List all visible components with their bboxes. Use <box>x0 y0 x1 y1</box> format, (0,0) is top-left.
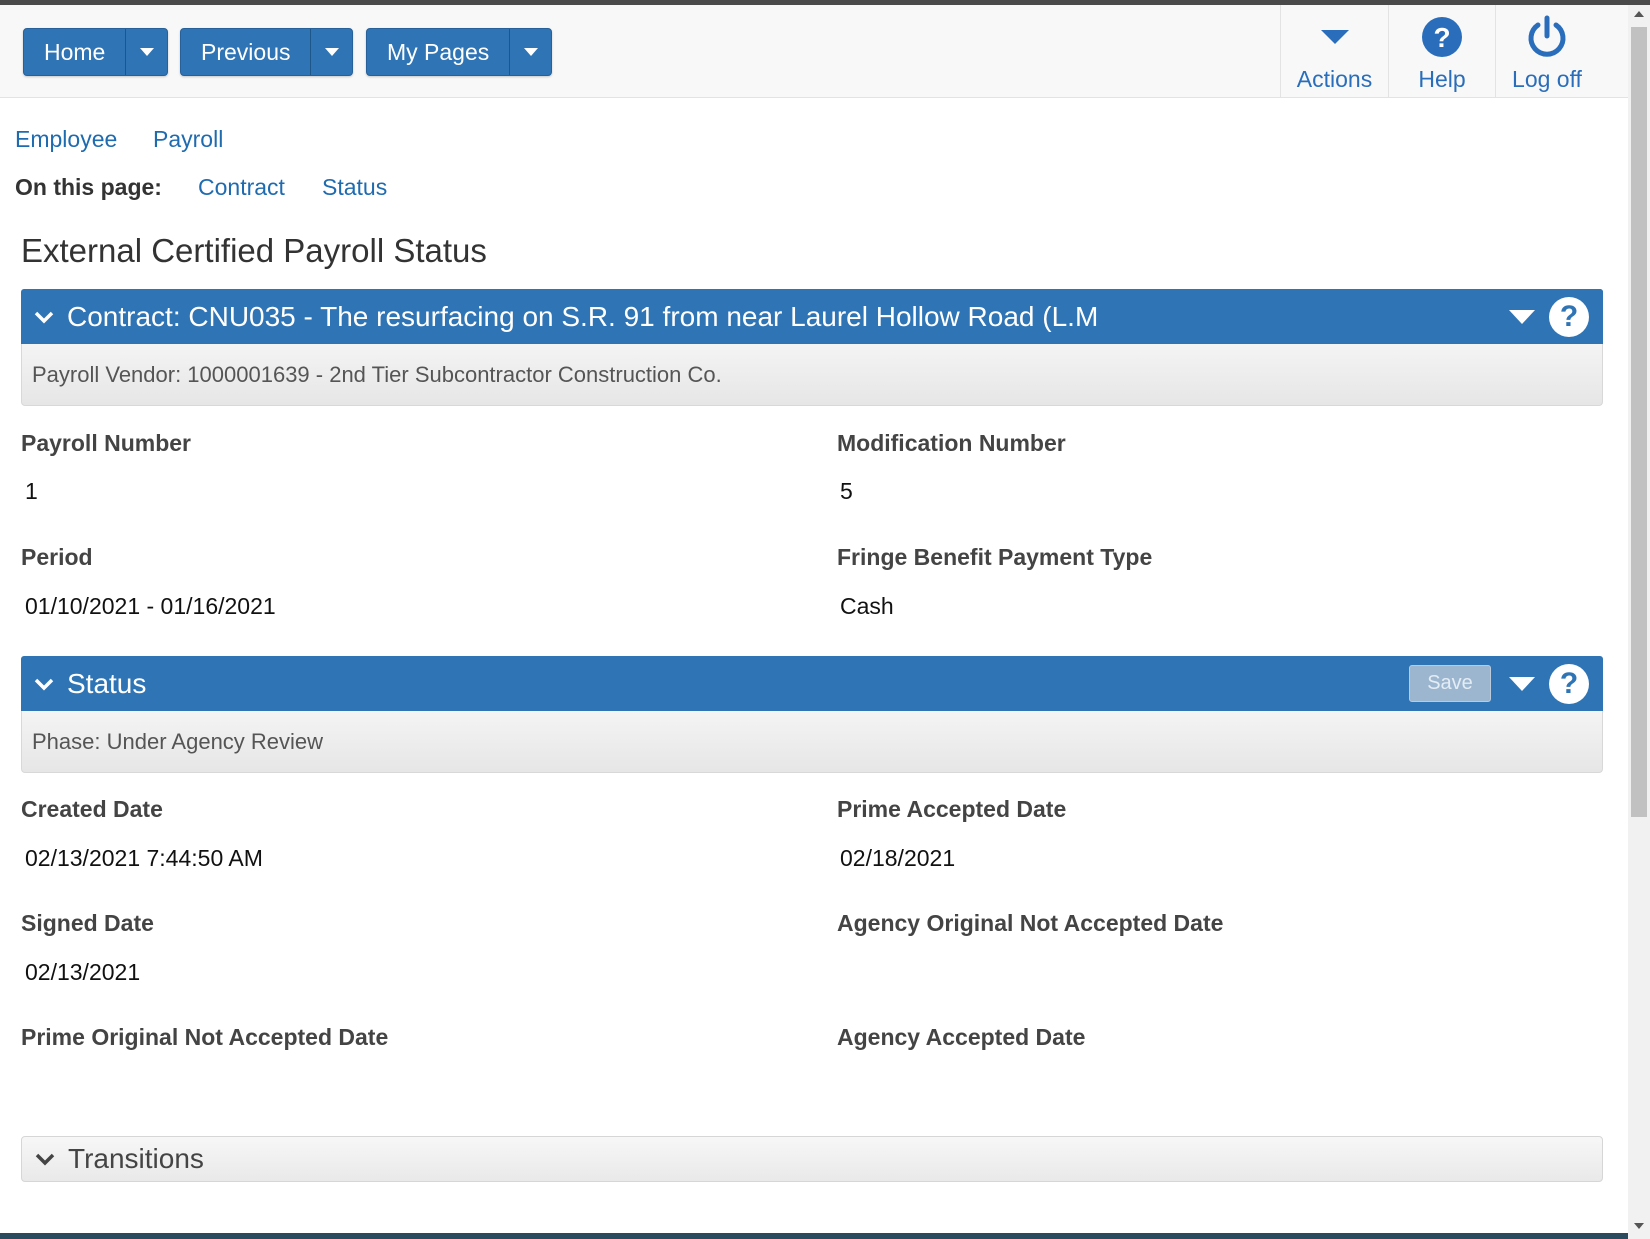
modification-number-label: Modification Number <box>837 430 1066 456</box>
help-menu[interactable]: ? Help <box>1388 5 1495 98</box>
on-this-page-label: On this page: <box>15 174 162 200</box>
contract-panel-title: Contract: CNU035 - The resurfacing on S.… <box>67 300 1099 332</box>
payroll-number-label: Payroll Number <box>21 430 191 456</box>
log-off-label: Log off <box>1512 66 1582 92</box>
panel-menu-caret-icon[interactable] <box>1509 309 1535 324</box>
status-panel-subtitle: Phase: Under Agency Review <box>21 711 1603 773</box>
scroll-up-icon[interactable] <box>1634 11 1644 17</box>
chevron-down-icon[interactable] <box>22 1152 68 1166</box>
help-label: Help <box>1418 66 1466 92</box>
previous-dropdown-toggle[interactable] <box>310 29 352 75</box>
status-help-icon[interactable]: ? <box>1549 663 1589 704</box>
created-date-value: 02/13/2021 7:44:50 AM <box>25 845 263 871</box>
previous-button-group: Previous <box>180 28 354 76</box>
prime-accepted-date-value: 02/18/2021 <box>840 845 956 871</box>
home-button[interactable]: Home <box>24 29 125 75</box>
chevron-down-icon <box>523 48 538 56</box>
contract-panel-tools: ? <box>1495 289 1603 344</box>
fringe-benefit-value: Cash <box>840 593 894 619</box>
signed-date-label: Signed Date <box>21 910 154 936</box>
page-title: External Certified Payroll Status <box>21 232 487 269</box>
my-pages-button-group: My Pages <box>366 28 553 76</box>
chevron-down-icon[interactable] <box>21 677 67 691</box>
help-icon: ? <box>1421 9 1463 64</box>
chevron-down-icon[interactable] <box>21 310 67 324</box>
contract-panel-header[interactable]: Contract: CNU035 - The resurfacing on S.… <box>21 289 1603 344</box>
actions-menu[interactable]: Actions <box>1280 5 1388 98</box>
scrollbar-thumb[interactable] <box>1631 27 1647 817</box>
home-button-group: Home <box>23 28 169 76</box>
agency-original-not-accepted-date-label: Agency Original Not Accepted Date <box>837 910 1224 936</box>
agency-accepted-date-label: Agency Accepted Date <box>837 1024 1086 1050</box>
svg-text:?: ? <box>1433 22 1450 53</box>
chevron-down-icon <box>139 48 154 56</box>
status-panel-tools: Save ? <box>1409 656 1603 711</box>
prime-original-not-accepted-date-label: Prime Original Not Accepted Date <box>21 1024 389 1050</box>
payroll-number-value: 1 <box>25 478 38 504</box>
scroll-down-icon[interactable] <box>1634 1223 1644 1229</box>
panel-menu-caret-icon[interactable] <box>1509 676 1535 691</box>
signed-date-value: 02/13/2021 <box>25 959 141 985</box>
caret-down-icon <box>1320 9 1349 64</box>
modification-number-value: 5 <box>840 478 853 504</box>
chevron-down-icon <box>324 48 339 56</box>
bottom-border <box>0 1233 1628 1239</box>
prime-accepted-date-label: Prime Accepted Date <box>837 796 1067 822</box>
period-label: Period <box>21 544 93 570</box>
save-button[interactable]: Save <box>1409 665 1491 702</box>
actions-label: Actions <box>1296 66 1373 92</box>
app-header: Home Previous My Pages Actions ? Help Lo… <box>0 5 1628 98</box>
on-this-page-status-link[interactable]: Status <box>322 174 387 201</box>
status-panel-title: Status <box>67 667 147 699</box>
transitions-panel-title: Transitions <box>68 1143 204 1174</box>
previous-button[interactable]: Previous <box>181 29 310 75</box>
power-icon <box>1525 9 1569 64</box>
home-dropdown-toggle[interactable] <box>125 29 167 75</box>
log-off-menu[interactable]: Log off <box>1495 5 1598 98</box>
fringe-benefit-label: Fringe Benefit Payment Type <box>837 544 1153 570</box>
created-date-label: Created Date <box>21 796 163 822</box>
status-panel-header[interactable]: Status Save ? <box>21 656 1603 711</box>
transitions-panel-header[interactable]: Transitions <box>21 1136 1603 1182</box>
breadcrumb-employee-link[interactable]: Employee <box>15 126 117 153</box>
breadcrumb-payroll-link[interactable]: Payroll <box>153 126 223 153</box>
period-value: 01/10/2021 - 01/16/2021 <box>25 593 276 619</box>
vertical-scrollbar[interactable] <box>1628 5 1650 1239</box>
my-pages-button[interactable]: My Pages <box>367 29 509 75</box>
on-this-page-contract-link[interactable]: Contract <box>198 174 285 201</box>
contract-panel-subtitle: Payroll Vendor: 1000001639 - 2nd Tier Su… <box>21 344 1603 406</box>
contract-help-icon[interactable]: ? <box>1549 296 1589 337</box>
my-pages-dropdown-toggle[interactable] <box>509 29 551 75</box>
